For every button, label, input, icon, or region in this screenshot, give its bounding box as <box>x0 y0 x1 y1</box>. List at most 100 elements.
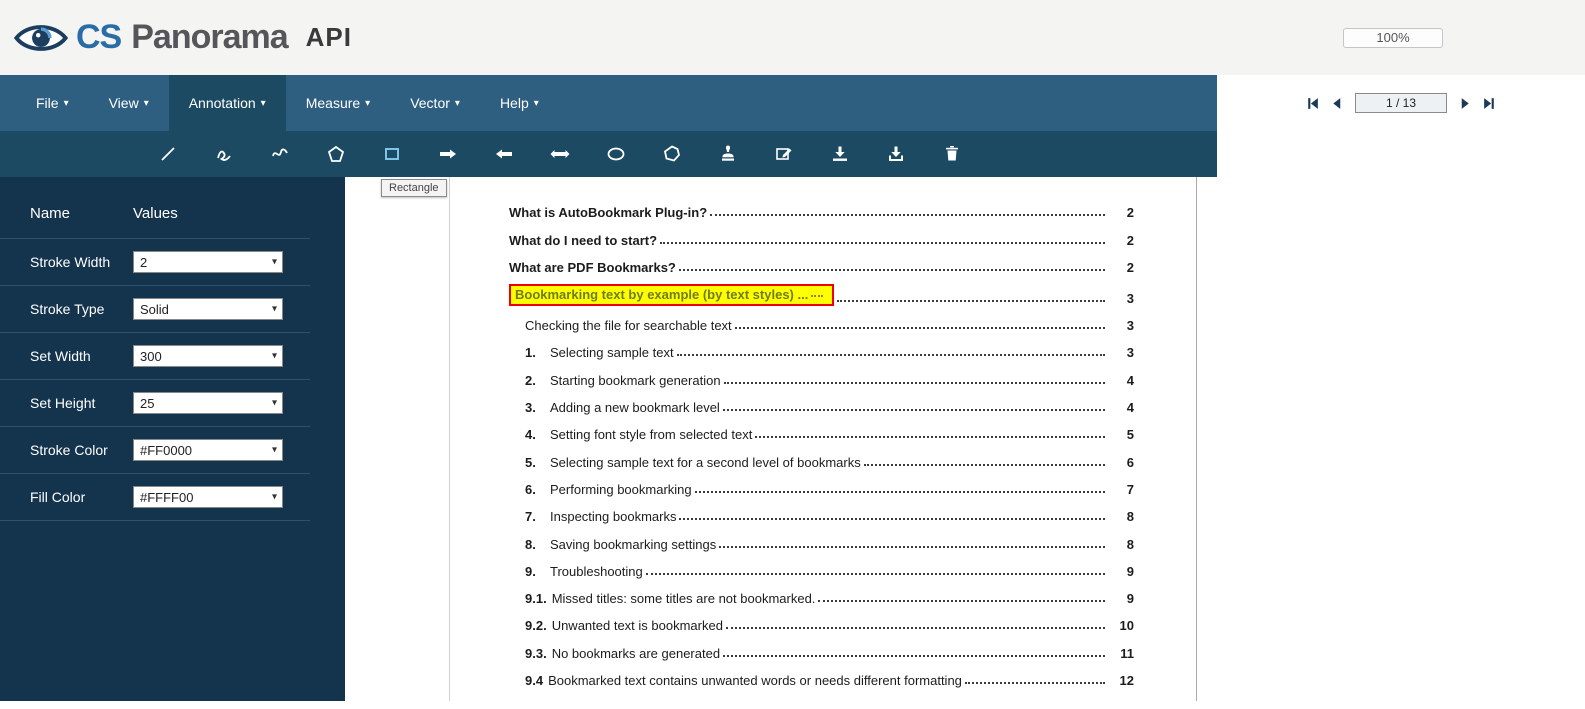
zoom-level-indicator[interactable]: 100% <box>1343 28 1443 48</box>
ellipse-tool-button[interactable] <box>605 143 627 165</box>
divider <box>0 520 310 521</box>
set-height-row: Set Height 25 <box>0 380 345 426</box>
toc-row: 9.4Bookmarked text contains unwanted wor… <box>509 661 1134 688</box>
polygon-tool-button[interactable] <box>325 143 347 165</box>
previous-page-button[interactable] <box>1327 94 1346 113</box>
first-page-button[interactable] <box>1303 94 1322 113</box>
toc-row: 4.Setting font style from selected text5 <box>509 415 1134 442</box>
toc-row: Bookmarking text by example (by text sty… <box>509 275 1134 306</box>
caret-down-icon: ▾ <box>455 98 460 109</box>
stroke-color-row: Stroke Color #FF0000 <box>0 427 345 473</box>
delete-tool-button[interactable] <box>941 143 963 165</box>
toc-row: 1.Selecting sample text3 <box>509 333 1134 360</box>
freehand-tool-button[interactable] <box>213 143 235 165</box>
import-tool-button[interactable] <box>829 143 851 165</box>
logo-text-cs: CS <box>76 18 121 57</box>
rectangle-tool-button[interactable]: Rectangle <box>381 143 403 165</box>
toc-row: 9.1.Missed titles: some titles are not b… <box>509 579 1134 606</box>
stroke-type-row: Stroke Type Solid <box>0 286 345 332</box>
arrow-right-tool-button[interactable] <box>437 143 459 165</box>
fill-color-label: Fill Color <box>30 489 133 505</box>
menu-vector[interactable]: Vector ▾ <box>390 75 480 131</box>
edit-tool-button[interactable] <box>773 143 795 165</box>
eye-logo-icon <box>14 19 68 57</box>
toc-row: What are PDF Bookmarks?2 <box>509 248 1134 275</box>
pagination-bar <box>1217 75 1585 131</box>
toc-row: What do I need to start?2 <box>509 220 1134 247</box>
stroke-width-select[interactable]: 2 <box>133 251 283 273</box>
toc-row: 5.Selecting sample text for a second lev… <box>509 442 1134 469</box>
caret-down-icon: ▾ <box>365 98 370 109</box>
set-height-label: Set Height <box>30 395 133 411</box>
last-page-icon <box>1482 96 1497 111</box>
toc-list: What is AutoBookmark Plug-in?2What do I … <box>509 193 1134 688</box>
next-page-icon <box>1458 96 1473 111</box>
toc-row: What is AutoBookmark Plug-in?2 <box>509 193 1134 220</box>
caret-down-icon: ▾ <box>261 98 266 109</box>
stroke-color-select[interactable]: #FF0000 <box>133 439 283 461</box>
arrow-right-icon <box>437 143 459 165</box>
line-tool-button[interactable] <box>157 143 179 165</box>
menu-file-label: File <box>36 95 59 111</box>
toc-row: 7.Inspecting bookmarks8 <box>509 497 1134 524</box>
toc-row: Checking the file for searchable text3 <box>509 306 1134 333</box>
polyline-tool-button[interactable] <box>269 143 291 165</box>
caret-down-icon: ▾ <box>64 98 69 109</box>
double-arrow-icon <box>549 143 571 165</box>
trash-icon <box>941 143 963 165</box>
first-page-icon <box>1305 96 1320 111</box>
properties-sidebar: Name Values Stroke Width 2 Stroke Type S… <box>0 177 345 701</box>
next-page-button[interactable] <box>1456 94 1475 113</box>
menu-annotation[interactable]: Annotation ▾ <box>169 75 286 131</box>
tooltip: Rectangle <box>381 179 447 197</box>
toc-row: 2.Starting bookmark generation4 <box>509 360 1134 387</box>
shape-tool-button[interactable] <box>661 143 683 165</box>
menu-view-label: View <box>109 95 139 111</box>
stroke-width-label: Stroke Width <box>30 254 133 270</box>
freehand-icon <box>213 143 235 165</box>
menu-help[interactable]: Help ▾ <box>480 75 559 131</box>
toc-row: 3.Adding a new bookmark level4 <box>509 388 1134 415</box>
edit-icon <box>773 143 795 165</box>
toc-row: 6.Performing bookmarking7 <box>509 470 1134 497</box>
set-width-row: Set Width 300 <box>0 333 345 379</box>
menu-measure[interactable]: Measure ▾ <box>286 75 391 131</box>
app-logo: CS Panorama API <box>14 18 352 57</box>
toc-row: 8.Saving bookmarking settings8 <box>509 524 1134 551</box>
menu-measure-label: Measure <box>306 95 360 111</box>
fill-color-row: Fill Color #FFFF00 <box>0 474 345 520</box>
caret-down-icon: ▾ <box>534 98 539 109</box>
menu-vector-label: Vector <box>410 95 450 111</box>
caret-down-icon: ▾ <box>144 98 149 109</box>
rectangle-annotation[interactable]: Bookmarking text by example (by text sty… <box>509 284 834 306</box>
stamp-icon <box>717 143 739 165</box>
set-width-label: Set Width <box>30 348 133 364</box>
menu-view[interactable]: View ▾ <box>89 75 169 131</box>
set-height-select[interactable]: 25 <box>133 392 283 414</box>
annotation-toolbar: Rectangle <box>0 131 1217 177</box>
set-width-select[interactable]: 300 <box>133 345 283 367</box>
stamp-tool-button[interactable] <box>717 143 739 165</box>
stroke-color-label: Stroke Color <box>30 442 133 458</box>
arrow-left-tool-button[interactable] <box>493 143 515 165</box>
download-tool-button[interactable] <box>885 143 907 165</box>
document-viewer[interactable]: What is AutoBookmark Plug-in?2What do I … <box>345 177 1585 701</box>
menu-bar: File ▾ View ▾ Annotation ▾ Measure ▾ Vec… <box>0 75 1217 131</box>
double-arrow-tool-button[interactable] <box>549 143 571 165</box>
values-column-header: Values <box>133 205 178 222</box>
polygon-icon <box>325 143 347 165</box>
toolbar-spacer <box>1217 131 1585 177</box>
toc-row: 9.2.Unwanted text is bookmarked10 <box>509 606 1134 633</box>
document-page[interactable]: What is AutoBookmark Plug-in?2What do I … <box>449 177 1197 701</box>
stroke-type-select[interactable]: Solid <box>133 298 283 320</box>
page-number-input[interactable] <box>1355 93 1447 113</box>
menu-annotation-label: Annotation <box>189 95 256 111</box>
stroke-type-label: Stroke Type <box>30 301 133 317</box>
menu-help-label: Help <box>500 95 529 111</box>
previous-page-icon <box>1329 96 1344 111</box>
fill-color-select[interactable]: #FFFF00 <box>133 486 283 508</box>
logo-text-panorama: Panorama <box>131 18 287 57</box>
import-icon <box>829 143 851 165</box>
menu-file[interactable]: File ▾ <box>16 75 89 131</box>
last-page-button[interactable] <box>1480 94 1499 113</box>
